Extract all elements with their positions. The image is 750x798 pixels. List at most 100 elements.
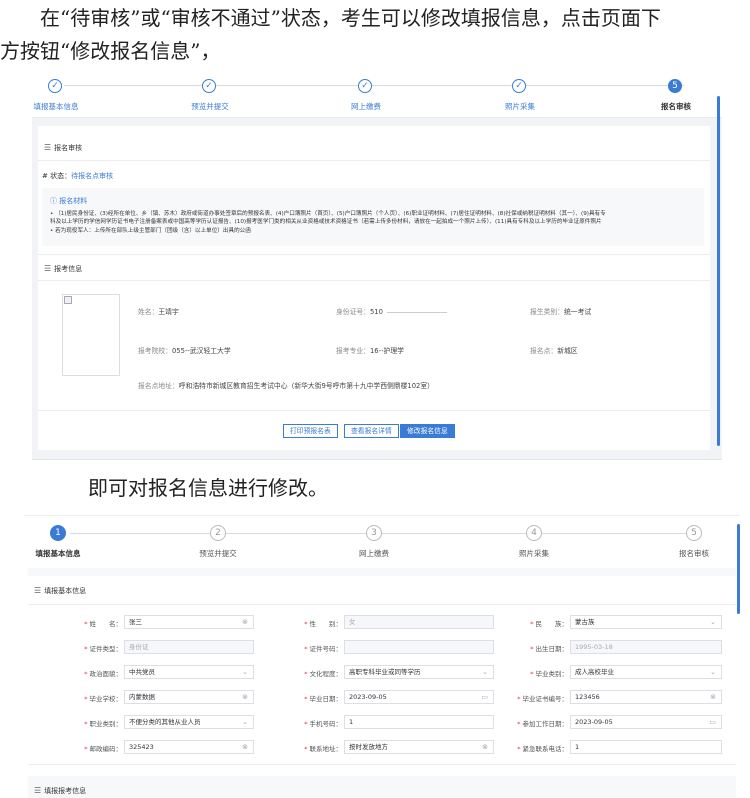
outro-paragraph: 即可对报名信息进行修改。 [88, 476, 328, 500]
gender-input[interactable]: 女 [344, 615, 494, 629]
clear-icon: ⊗ [482, 743, 488, 751]
steps-connector [64, 85, 684, 86]
materials-item-1: • （1)居民身份证、(3)经所在单位、乡（镇、苏木）政府或街道办事处签章后的预… [50, 211, 606, 217]
certno-input[interactable]: 123456 ⊗ [570, 690, 722, 704]
clear-icon: ⊗ [242, 743, 248, 751]
step-label-payment[interactable]: 网上缴费 [359, 548, 389, 559]
workdate-label: * 参加工作日期： [517, 720, 568, 728]
info-id-number: 身份证号：510 [336, 306, 447, 316]
step-2-check-icon: ✓ [202, 79, 216, 93]
politics-select[interactable]: 中共党员 ⌄ [124, 665, 254, 679]
materials-title: ⓘ 报名材料 [50, 197, 88, 205]
scrollbar[interactable] [717, 96, 720, 446]
print-form-button[interactable]: 打印预报名表 [283, 424, 338, 438]
clear-icon: ⊗ [242, 693, 248, 701]
review-section-title: ☰ 报名审核 [44, 143, 83, 152]
basic-info-form: ☰ 填报基本信息 * 姓 名： 张三 ⊗ * 性 别： 女 * 民 族： 蒙古族 ⌄ * 证件… [28, 576, 736, 776]
chevron-down-icon: ⌄ [242, 718, 248, 726]
chevron-down-icon: ⌄ [242, 668, 248, 676]
education-select[interactable]: 高职专科毕业或同等学历 ⌄ [344, 665, 494, 679]
step-2-number: 2 [210, 525, 226, 541]
gradtype-select[interactable]: 成人高校毕业 ⌄ [570, 665, 722, 679]
chevron-down-icon: ⌄ [710, 668, 716, 676]
ethnic-select[interactable]: 蒙古族 ⌄ [570, 615, 722, 629]
materials-box: ⓘ 报名材料 • （1)居民身份证、(3)经所在单位、乡（镇、苏木）政府或街道办… [42, 188, 704, 246]
name-input[interactable]: 张三 ⊗ [124, 615, 254, 629]
chevron-down-icon: ⌄ [710, 618, 716, 626]
step-label-payment[interactable]: 网上缴费 [351, 101, 381, 112]
action-buttons: 打印预报名表 查看报名详情 修改报名信息 [38, 424, 710, 438]
phone-label: * 手机号码： [304, 720, 342, 728]
broken-image-icon [64, 296, 72, 304]
chevron-down-icon: ⌄ [482, 668, 488, 676]
workdate-picker[interactable]: 2023-09-05 ▭ [570, 715, 722, 729]
gender-label: * 性 别： [304, 620, 342, 628]
contact-input[interactable]: 按时发放地方 ⊗ [344, 740, 494, 754]
info-category: 报生类别：统一考试 [530, 308, 592, 316]
info-major: 报考专业：16--护理学 [336, 347, 404, 355]
certno-label: * 毕业证书编号： [517, 695, 568, 703]
job-select[interactable]: 不便分类的其他从业人员 ⌄ [124, 715, 254, 729]
birth-label: * 出生日期： [530, 645, 568, 653]
view-detail-button[interactable]: 查看报名详情 [344, 424, 399, 438]
postcode-input[interactable]: 325423 ⊗ [124, 740, 254, 754]
divider [28, 764, 736, 765]
list-icon: ☰ [34, 786, 42, 795]
divider [38, 280, 710, 281]
edit-form-screenshot: 1 2 3 4 5 填报基本信息 预览并提交 网上缴费 照片采集 报名审核 ☰ 填… [24, 515, 740, 798]
review-status-screenshot: ✓ ✓ ✓ ✓ 5 填报基本信息 预览并提交 网上缴费 照片采集 报名审核 ☰ 报… [32, 78, 722, 460]
idno-input[interactable] [344, 640, 494, 654]
step-5-number: 5 [668, 79, 682, 93]
info-address: 报名点地址：呼和浩特市新城区教育招生考试中心（新华大街9号呼市第十九中学西侧鼎楼… [138, 382, 434, 390]
step-1-check-icon: ✓ [48, 79, 62, 93]
phone-input[interactable]: 1 [344, 715, 494, 729]
step-label-review[interactable]: 报名审核 [679, 548, 709, 559]
info-circle-icon: ⓘ [50, 197, 57, 205]
divider [38, 410, 710, 411]
info-name: 姓名：王靖宇 [138, 308, 179, 316]
gradtype-label: * 毕业类别： [530, 670, 568, 678]
intro-line-1: 在“待审核”或“审核不通过”状态，考生可以修改填报信息，点击页面下 [40, 6, 661, 30]
calendar-icon: ▭ [709, 718, 716, 726]
step-4-number: 4 [526, 525, 542, 541]
step-label-preview[interactable]: 预览并提交 [199, 548, 237, 559]
birth-input[interactable]: 1995-03-18 [570, 640, 722, 654]
step-label-review[interactable]: 报名审核 [661, 101, 691, 112]
status-value: 待报名点审核 [71, 172, 114, 180]
info-site: 报名点：新城区 [530, 347, 578, 355]
scrollbar[interactable] [737, 524, 740, 614]
emergency-input[interactable]: 1 [570, 740, 722, 754]
idtype-label: * 证件类型： [84, 645, 122, 653]
apply-section-title: ☰ 报考信息 [44, 264, 83, 273]
basic-section-title: ☰ 填报基本信息 [34, 586, 87, 595]
step-label-basic-info[interactable]: 填报基本信息 [34, 101, 79, 112]
politics-label: * 政治面貌： [84, 670, 122, 678]
step-label-preview[interactable]: 预览并提交 [191, 101, 229, 112]
modify-info-button[interactable]: 修改报名信息 [400, 424, 455, 438]
step-4-check-icon: ✓ [512, 79, 526, 93]
review-card: ☰ 报名审核 # 状态：待报名点审核 ⓘ 报名材料 • （1)居民身份证、(3)经… [38, 126, 710, 450]
postcode-label: * 邮政编码： [84, 745, 122, 753]
graddate-picker[interactable]: 2023-09-05 ▭ [344, 690, 494, 704]
step-5-number: 5 [686, 525, 702, 541]
step-label-photo[interactable]: 照片采集 [519, 548, 549, 559]
gradschool-label: * 毕业学校： [84, 695, 122, 703]
idtype-input[interactable]: 身份证 [124, 640, 254, 654]
step-label-photo[interactable]: 照片采集 [505, 101, 535, 112]
divider [28, 604, 736, 605]
materials-item-1-cont: 科及以上学历的学信网学历证书电子注册备案表或中国高等学历认证报告、(10)报考医… [50, 219, 602, 225]
contact-label: * 联系地址： [304, 745, 342, 753]
education-label: * 文化程度： [304, 670, 342, 678]
clear-icon: ⊗ [710, 693, 716, 701]
steps-bar: ✓ ✓ ✓ ✓ 5 填报基本信息 预览并提交 网上缴费 照片采集 报名审核 [32, 78, 722, 118]
divider [38, 160, 710, 161]
calendar-icon: ▭ [481, 693, 488, 701]
step-label-basic-info[interactable]: 填报基本信息 [36, 548, 81, 559]
intro-paragraph: 在“待审核”或“审核不通过”状态，考生可以修改填报信息，点击页面下 方按钮“修改… [0, 2, 750, 68]
list-icon: ☰ [44, 264, 52, 273]
apply-section-title: ☰ 填报报考信息 [34, 786, 87, 795]
info-school: 报考院校：055--武汉轻工大学 [138, 347, 231, 355]
applicant-photo [62, 294, 120, 376]
gradschool-input[interactable]: 内蒙数据 ⊗ [124, 690, 254, 704]
job-label: * 职业类别： [84, 720, 122, 728]
